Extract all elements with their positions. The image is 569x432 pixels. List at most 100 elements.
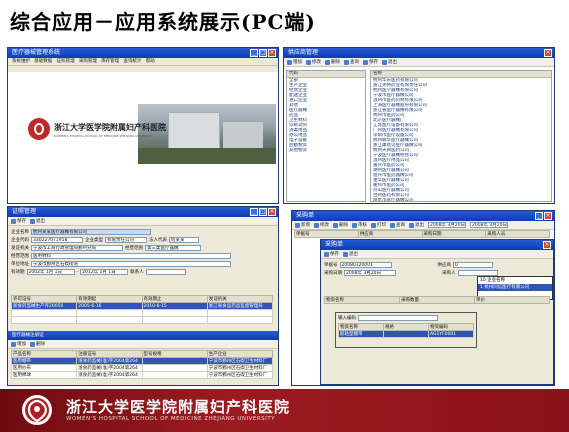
date-from-field[interactable]: 2008年 3月20日	[428, 222, 466, 228]
order-toolbar: 新增 修改 删除 审核 打印 查询 退出 2008年 3月20日 2008年 3…	[292, 221, 554, 230]
save-button[interactable]: 保存	[363, 59, 378, 65]
column-header[interactable]: 型号规格	[141, 350, 208, 358]
edit-button[interactable]: 修改	[306, 59, 321, 65]
company-type-select[interactable]: 有限责任公司	[105, 237, 147, 243]
column-header[interactable]: 有效期止	[141, 295, 208, 303]
menu-item[interactable]: 证照管理	[57, 59, 75, 64]
menu-item[interactable]: 库存管理	[101, 59, 119, 64]
supplier-right-list: 名称 杭州华东医药有限公司 浙江英特药业有限责任公司 杭州医学器械有限公司 宁波市医疗…	[370, 70, 552, 202]
column-header[interactable]: 采购日期	[421, 230, 487, 238]
column-header[interactable]: 供应商	[357, 230, 423, 238]
column-header[interactable]: 单据号	[294, 230, 359, 238]
dropdown-option[interactable]: 1 杭州同信医疗有限公司	[478, 284, 552, 291]
close-icon[interactable]: ×	[268, 208, 276, 216]
delete-button[interactable]: 删除	[325, 59, 340, 65]
menu-item[interactable]: 系统维护	[12, 59, 30, 64]
table-row[interactable]: 胶粘型绷带 AG1YF0001	[338, 330, 474, 338]
input-code-field[interactable]	[358, 315, 438, 321]
order-window: 采购单 _ × 新增 修改 删除 审核 打印 查询 退出 2008年 3月20日…	[291, 210, 555, 386]
column-header[interactable]: 许可证号	[10, 295, 78, 303]
menu-item[interactable]: 帮助	[146, 59, 155, 64]
contact-field[interactable]	[145, 269, 186, 275]
code-label: 企业代码	[11, 238, 29, 243]
close-icon[interactable]: ×	[543, 241, 551, 249]
order-no-field[interactable]: 20080320001	[339, 262, 392, 268]
table-row[interactable]: 医用绷带 浙食药监械(准)字2004第264 宁波市鄞州区石碶卫生材料厂	[10, 357, 274, 365]
print-button[interactable]: 打印	[371, 222, 386, 228]
maximize-icon[interactable]: □	[259, 208, 267, 216]
column-header[interactable]: 采购人员	[485, 230, 550, 238]
delete-button[interactable]: 删除	[30, 341, 45, 347]
add-button[interactable]: 增加	[11, 341, 26, 347]
delete-button[interactable]: 删除	[333, 222, 348, 228]
company-name-field[interactable]: 杭州某某医疗器械有限公司	[31, 229, 151, 235]
scope-select[interactable]: 第三类医疗器械	[145, 245, 201, 251]
close-icon[interactable]: ×	[268, 49, 276, 57]
column-header[interactable]: 单价	[474, 296, 550, 304]
column-header[interactable]: 注册证号	[76, 350, 143, 358]
maximize-icon[interactable]: □	[259, 49, 267, 57]
order-date-field[interactable]: 2008年 3月20日	[344, 270, 396, 276]
exit-button[interactable]: 退出	[409, 222, 424, 228]
exit-button[interactable]: 退出	[382, 59, 397, 65]
new-button[interactable]: 新增	[295, 222, 310, 228]
tab-registration[interactable]: 医疗器械注册证	[12, 333, 44, 338]
supplier-window-titlebar[interactable]: 供应商管理 ×	[284, 48, 554, 58]
cert-window-titlebar[interactable]: 证照管理 _ □ ×	[8, 207, 278, 217]
search-button[interactable]: 查询	[390, 222, 405, 228]
issuer-field[interactable]: 宁波市工商行政管理局鄞州分局	[31, 245, 123, 251]
address-field[interactable]: 宁波市鄞州区石碶街道	[31, 261, 231, 267]
minimize-icon[interactable]: _	[250, 208, 258, 216]
company-code-field[interactable]: 330227071958	[31, 237, 83, 243]
table-row[interactable]: 医用纱布 浙食药监械(准)字2004第264 宁波市鄞州区石碶卫生材料厂	[10, 364, 274, 372]
menu-item[interactable]: 查询统计	[123, 59, 141, 64]
order-items-table-wrap: 物资名称 采购数量 单价	[324, 296, 550, 304]
dropdown-option[interactable]: 10 企业名称	[478, 277, 552, 284]
menu-item[interactable]: 采购管理	[79, 59, 97, 64]
column-header[interactable]: 物资编码	[428, 323, 474, 331]
tab-code[interactable]: 代码	[289, 71, 298, 76]
approve-button[interactable]: 审核	[352, 222, 367, 228]
column-header[interactable]: 物资名称	[338, 323, 384, 331]
product-scope-field[interactable]: 医用材料	[31, 253, 231, 259]
column-header[interactable]: 有效期起	[76, 295, 143, 303]
footer-hospital-english: WOMEN'S HOSPITAL SCHOOL OF MEDICINE ZHEJ…	[66, 416, 275, 422]
supplier-field[interactable]: 0	[453, 262, 493, 268]
valid-from-field[interactable]: 2002年 1月 1日	[26, 269, 75, 275]
add-button[interactable]: 增加	[287, 59, 302, 65]
column-header[interactable]: 规格	[383, 323, 429, 331]
tab-name[interactable]: 名称	[373, 71, 382, 76]
minimize-icon[interactable]: _	[250, 49, 258, 57]
column-header[interactable]: 物资名称	[324, 296, 400, 304]
valid-to-field[interactable]: 2012年 1月 1日	[80, 269, 129, 275]
list-item[interactable]: 其他物资	[287, 148, 365, 153]
order-edit-title: 采购单	[325, 241, 344, 248]
column-header[interactable]: 产品名称	[10, 350, 78, 358]
main-window-titlebar[interactable]: 医疗器械管理系统 _ □ ×	[8, 48, 278, 58]
date-to-field[interactable]: 2008年 3月20日	[470, 222, 508, 228]
product-table-wrap: 产品名称 注册证号 型号规格 生产企业 医用绷带 浙食药监械(准)字2004第2…	[10, 350, 274, 379]
footer-banner: 浙江大学医学院附属妇产科医院 WOMEN'S HOSPITAL SCHOOL O…	[0, 389, 569, 432]
exit-button[interactable]: 退出	[30, 218, 45, 224]
order-window-titlebar[interactable]: 采购单 _ ×	[292, 211, 554, 221]
edit-button[interactable]: 修改	[314, 222, 329, 228]
close-icon[interactable]: ×	[544, 212, 552, 220]
exit-button[interactable]: 退出	[343, 251, 358, 257]
menu-item[interactable]: 基础数据	[34, 59, 52, 64]
column-header[interactable]: 采购数量	[399, 296, 475, 304]
table-row[interactable]: 医用棉球 浙食药监械(准)字2004第264 宁波市鄞州区石碶卫生材料厂	[10, 371, 274, 379]
save-button[interactable]: 保存	[324, 251, 339, 257]
splash-hospital-name: 浙江大学医学院附属妇产科医院	[54, 123, 166, 132]
column-header[interactable]: 生产企业	[206, 350, 274, 358]
order-edit-titlebar[interactable]: 采购单 ×	[321, 240, 553, 250]
minimize-icon[interactable]: _	[535, 212, 543, 220]
search-button[interactable]: 查询	[344, 59, 359, 65]
legal-rep-field[interactable]: 何某某	[169, 237, 199, 243]
close-icon[interactable]: ×	[544, 49, 552, 57]
item-lookup-popup: 输入编码 物资名称 规格 物资编码 胶粘型绷带 AG1YF0001	[335, 312, 477, 348]
save-button[interactable]: 保存	[11, 218, 26, 224]
list-item[interactable]: 丽水市医疗器械公司	[371, 198, 551, 201]
table-row[interactable]: 浙食药监械生产许20050 2005-6-16 2010-6-15 浙江省食品药…	[10, 302, 274, 310]
company-label: 企业名称	[11, 230, 29, 235]
column-header[interactable]: 发证机关	[206, 295, 274, 303]
